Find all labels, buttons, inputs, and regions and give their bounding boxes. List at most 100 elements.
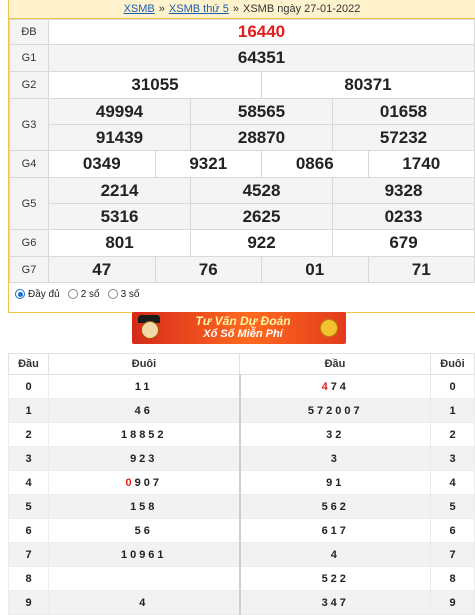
results-panel: XSMB » XSMB thứ 5 » XSMB ngày 27-01-2022… (8, 0, 475, 313)
results-table: ĐB 16440 G1 64351 G2 31055 80371 G3 4999… (9, 19, 475, 283)
banner-line-2: Xổ Số Miễn Phí (203, 328, 283, 340)
dau-cell-2: 572007 (238, 398, 431, 423)
duoi-cell: 4 (48, 590, 240, 615)
duoi-cell-2: 6 (430, 518, 475, 543)
table-row: 0 11 474 0 (8, 374, 475, 399)
prize-g7-value: 47 (48, 256, 156, 283)
dau-cell-2: 91 (238, 470, 431, 495)
digits: 11 (134, 380, 153, 393)
duoi-cell: 10961 (48, 542, 240, 567)
prize-g3-value: 57232 (332, 124, 475, 151)
duoi-cell-2: 1 (430, 398, 475, 423)
dau-cell-2: 562 (238, 494, 431, 519)
digits: 18852 (120, 428, 167, 441)
duoi-cell: 18852 (48, 422, 240, 447)
dau-cell: 5 (8, 494, 49, 519)
highlight-digits: 0 (125, 476, 135, 489)
dau-cell-2: 4 (238, 542, 431, 567)
duoi-cell-2: 7 (430, 542, 475, 567)
duoi-cell: 923 (48, 446, 240, 471)
digits: 617 (321, 524, 349, 537)
table-row: 9 4 347 9 (8, 590, 475, 615)
dau-cell-2: 3 (238, 446, 431, 471)
duoi-cell-2: 0 (430, 374, 475, 399)
digits: 3 (330, 452, 340, 465)
prize-g3-value: 58565 (190, 98, 333, 125)
digits: 907 (134, 476, 162, 489)
duoi-cell: 56 (48, 518, 240, 543)
prize-g3-value: 28870 (190, 124, 333, 151)
prize-g6-value: 922 (190, 229, 333, 257)
breadcrumb-link-thu5[interactable]: XSMB thứ 5 (169, 3, 229, 15)
table-row: 3 923 3 3 (8, 446, 475, 471)
radio-3-digits[interactable] (107, 289, 118, 299)
digits: 91 (326, 476, 345, 489)
duoi-cell-2: 4 (430, 470, 475, 495)
header-duoi-2: Đuôi (430, 353, 475, 375)
prize-g7-value: 71 (367, 256, 475, 283)
prize-label-db: ĐB (9, 19, 49, 45)
dau-cell: 8 (8, 566, 49, 591)
prize-g2-value: 31055 (48, 71, 262, 99)
option-2-digits-label: 2 số (80, 288, 100, 300)
option-3-digits-label: 3 số (120, 288, 140, 300)
duoi-cell-2: 9 (430, 590, 475, 615)
prize-db-value: 16440 (48, 19, 475, 45)
digits: 74 (330, 380, 349, 393)
digits: 46 (134, 404, 153, 417)
prize-g5-value: 9328 (332, 177, 475, 204)
prize-g5-value: 2214 (48, 177, 191, 204)
prize-g4-value: 1740 (367, 150, 475, 178)
dau-cell: 0 (8, 374, 49, 399)
breadcrumb: XSMB » XSMB thứ 5 » XSMB ngày 27-01-2022 (9, 0, 475, 19)
prize-label-g1: G1 (9, 44, 49, 72)
radio-full[interactable] (15, 289, 25, 299)
duoi-cell: 11 (48, 374, 240, 399)
prize-label-g3: G3 (9, 98, 49, 151)
dau-cell-2: 617 (238, 518, 431, 543)
duoi-cell: 0907 (48, 470, 240, 495)
table-row: 2 18852 32 2 (8, 422, 475, 447)
prize-g4-value: 0349 (48, 150, 156, 178)
duoi-cell-2: 8 (430, 566, 475, 591)
prize-g5-value: 2625 (190, 203, 333, 230)
table-row: 1 46 572007 1 (8, 398, 475, 423)
duoi-cell-2: 2 (430, 422, 475, 447)
duoi-cell (48, 566, 240, 591)
digits: 32 (326, 428, 345, 441)
prize-g1-value: 64351 (48, 44, 475, 72)
prize-label-g4: G4 (9, 150, 49, 178)
prize-label-g7: G7 (9, 256, 49, 283)
duoi-cell-2: 3 (430, 446, 475, 471)
breadcrumb-separator: » (158, 3, 165, 15)
prize-label-g5: G5 (9, 177, 49, 230)
dau-cell: 1 (8, 398, 49, 423)
digits: 158 (130, 500, 158, 513)
breadcrumb-separator: » (232, 3, 239, 15)
table-row: 6 56 617 6 (8, 518, 475, 543)
dau-cell-2: 32 (238, 422, 431, 447)
dau-cell-2: 347 (238, 590, 431, 615)
table-row: 7 10961 4 7 (8, 542, 475, 567)
prize-g3-value: 91439 (48, 124, 191, 151)
prize-g7-value: 01 (261, 256, 369, 283)
digits: 562 (321, 500, 349, 513)
radio-2-digits[interactable] (67, 289, 78, 299)
digits: 4 (330, 548, 340, 561)
dau-cell-2: 522 (238, 566, 431, 591)
prize-g3-value: 01658 (332, 98, 475, 125)
prize-label-g2: G2 (9, 71, 49, 99)
breadcrumb-link-xsmb[interactable]: XSMB (124, 3, 155, 15)
option-full[interactable]: Đầy đủ (15, 289, 60, 300)
duoi-cell: 46 (48, 398, 240, 423)
option-full-label: Đầy đủ (28, 288, 60, 300)
option-2-digits[interactable]: 2 số (67, 288, 100, 300)
prize-g4-value: 0866 (261, 150, 369, 178)
ad-banner[interactable]: Tư Vấn Dự Đoán Xổ Số Miễn Phí (132, 312, 346, 344)
digits: 923 (130, 452, 158, 465)
dau-cell: 7 (8, 542, 49, 567)
fortune-god-icon (132, 312, 166, 344)
banner-line-1: Tư Vấn Dự Đoán (195, 314, 291, 328)
option-3-digits[interactable]: 3 số (107, 288, 140, 300)
breadcrumb-current: XSMB ngày 27-01-2022 (242, 3, 361, 15)
